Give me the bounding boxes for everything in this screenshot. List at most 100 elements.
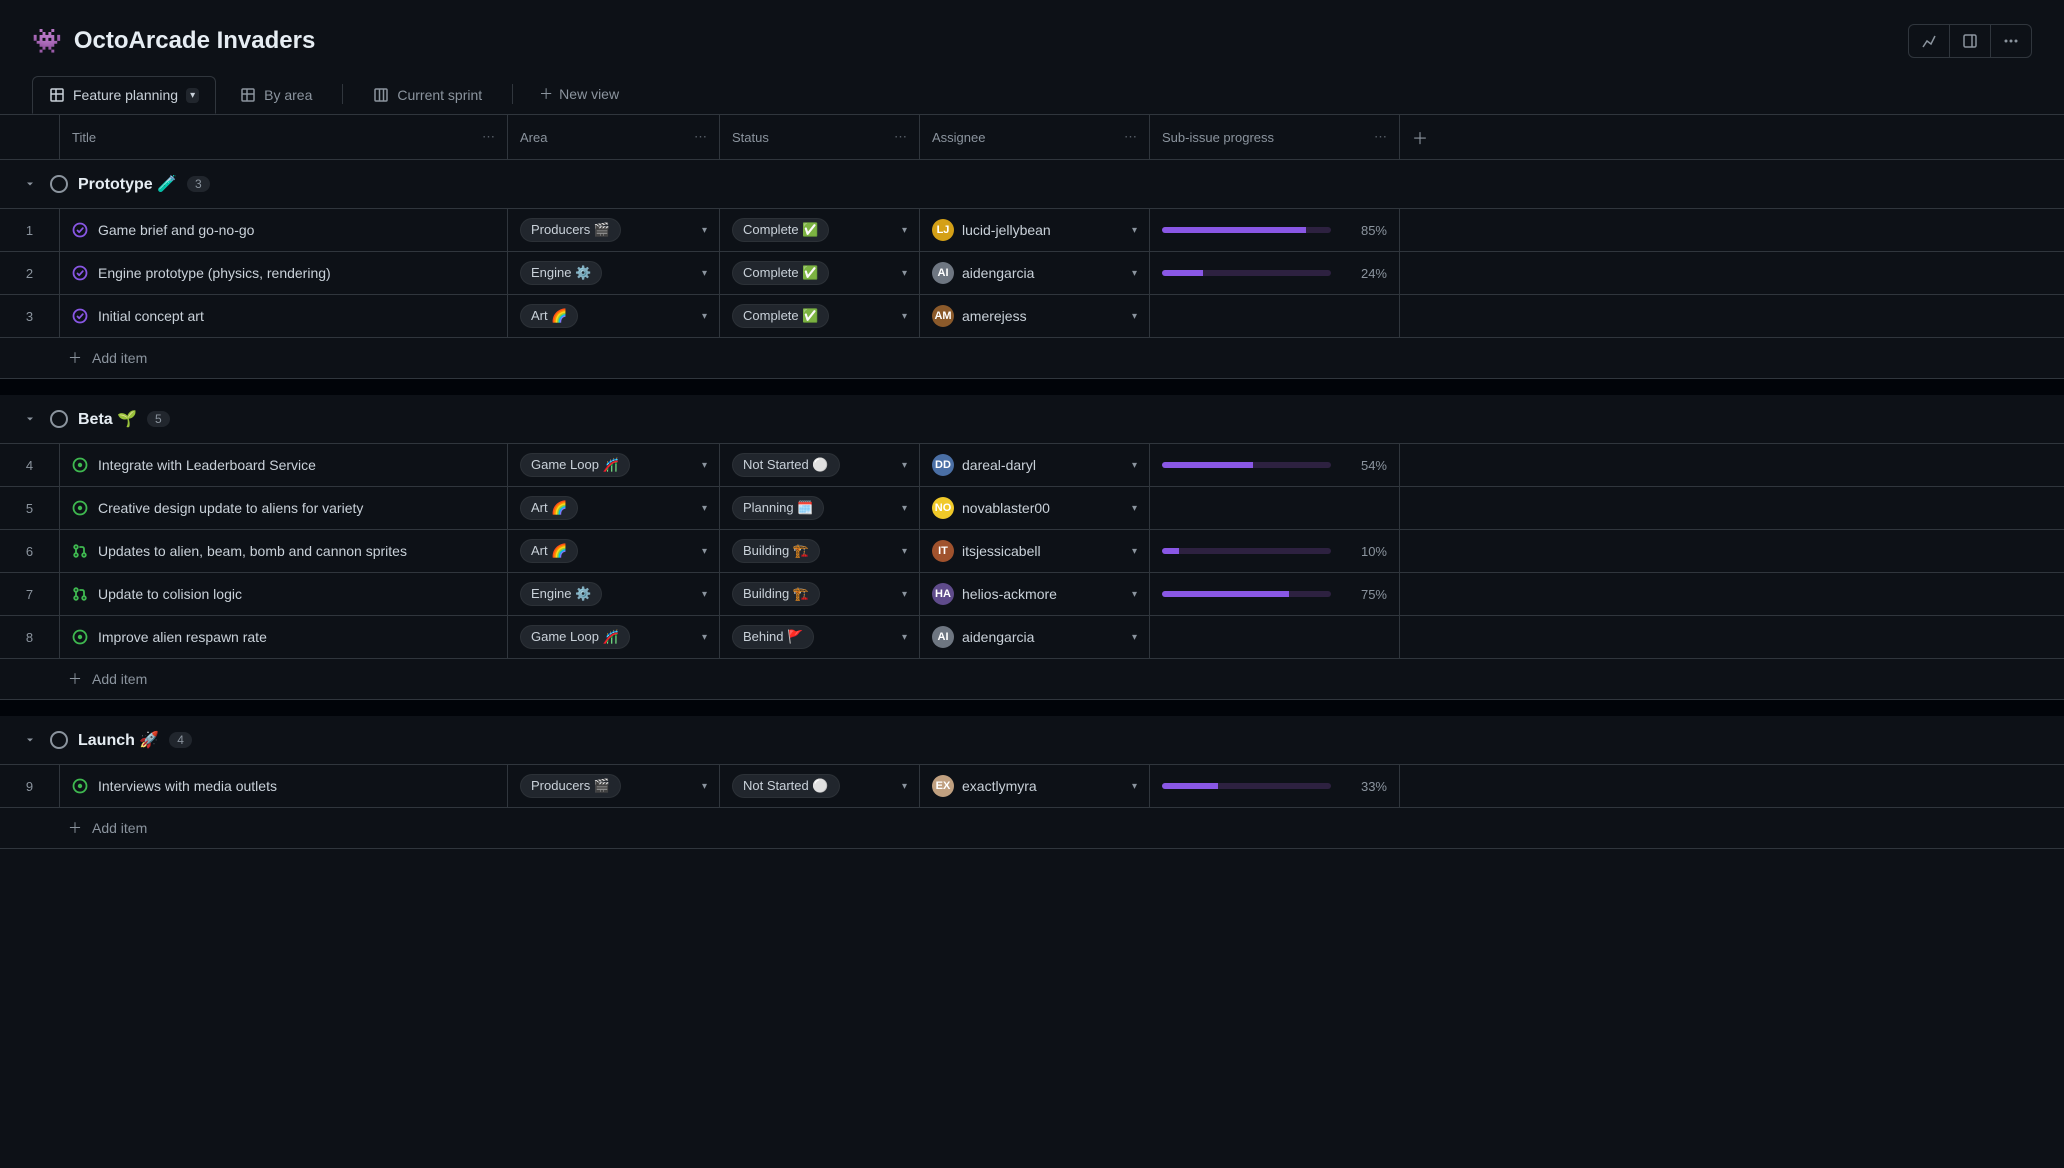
chevron-down-icon[interactable]: ▾ bbox=[702, 225, 707, 236]
chevron-down-icon[interactable]: ▾ bbox=[1132, 546, 1137, 557]
chevron-down-icon[interactable]: ▾ bbox=[902, 311, 907, 322]
chevron-down-icon[interactable]: ▾ bbox=[902, 546, 907, 557]
add-item-button[interactable]: ＋Add item bbox=[0, 808, 2064, 849]
tab-feature-planning[interactable]: Feature planning ▾ bbox=[32, 76, 216, 114]
chevron-down-icon[interactable]: ▾ bbox=[902, 632, 907, 643]
column-menu-icon[interactable]: ⋯ bbox=[894, 129, 907, 145]
column-menu-icon[interactable]: ⋯ bbox=[1124, 129, 1137, 145]
title-cell[interactable]: Updates to alien, beam, bomb and cannon … bbox=[60, 530, 508, 572]
area-cell[interactable]: Producers 🎬▾ bbox=[508, 209, 720, 251]
status-cell[interactable]: Building 🏗️▾ bbox=[720, 573, 920, 615]
assignee-cell[interactable]: AMamerejess▾ bbox=[920, 295, 1150, 337]
chevron-down-icon[interactable]: ▾ bbox=[902, 268, 907, 279]
assignee-cell[interactable]: HAhelios-ackmore▾ bbox=[920, 573, 1150, 615]
tab-options-caret[interactable]: ▾ bbox=[186, 88, 199, 103]
collapse-chevron-icon[interactable] bbox=[24, 734, 40, 746]
chevron-down-icon[interactable]: ▾ bbox=[902, 503, 907, 514]
assignee-cell[interactable]: ITitsjessicabell▾ bbox=[920, 530, 1150, 572]
title-cell[interactable]: Integrate with Leaderboard Service bbox=[60, 444, 508, 486]
area-cell[interactable]: Art 🌈▾ bbox=[508, 295, 720, 337]
more-options-button[interactable] bbox=[1991, 25, 2031, 57]
add-column-button[interactable]: ＋ bbox=[1400, 115, 1440, 159]
table-scroll-area[interactable]: Title ⋯ Area ⋯ Status ⋯ Assignee ⋯ Sub-i… bbox=[0, 115, 2064, 1153]
status-cell[interactable]: Complete ✅▾ bbox=[720, 295, 920, 337]
chevron-down-icon[interactable]: ▾ bbox=[1132, 225, 1137, 236]
table-row[interactable]: 8Improve alien respawn rateGame Loop 🎢▾B… bbox=[0, 616, 2064, 659]
status-cell[interactable]: Planning 🗓️▾ bbox=[720, 487, 920, 529]
chevron-down-icon[interactable]: ▾ bbox=[702, 546, 707, 557]
area-cell[interactable]: Art 🌈▾ bbox=[508, 487, 720, 529]
insights-button[interactable] bbox=[1909, 25, 1950, 57]
area-cell[interactable]: Game Loop 🎢▾ bbox=[508, 616, 720, 658]
chevron-down-icon[interactable]: ▾ bbox=[702, 503, 707, 514]
chevron-down-icon[interactable]: ▾ bbox=[702, 311, 707, 322]
status-cell[interactable]: Complete ✅▾ bbox=[720, 209, 920, 251]
new-view-button[interactable]: ＋ New view bbox=[527, 74, 631, 114]
collapse-chevron-icon[interactable] bbox=[24, 413, 40, 425]
status-cell[interactable]: Not Started ⚪▾ bbox=[720, 765, 920, 807]
add-item-button[interactable]: ＋Add item bbox=[0, 659, 2064, 700]
tab-by-area[interactable]: By area bbox=[224, 77, 328, 113]
add-item-button[interactable]: ＋Add item bbox=[0, 338, 2064, 379]
table-row[interactable]: 9Interviews with media outletsProducers … bbox=[0, 765, 2064, 808]
table-row[interactable]: 6Updates to alien, beam, bomb and cannon… bbox=[0, 530, 2064, 573]
area-cell[interactable]: Art 🌈▾ bbox=[508, 530, 720, 572]
chevron-down-icon[interactable]: ▾ bbox=[1132, 460, 1137, 471]
area-cell[interactable]: Producers 🎬▾ bbox=[508, 765, 720, 807]
chevron-down-icon[interactable]: ▾ bbox=[902, 225, 907, 236]
title-cell[interactable]: Interviews with media outlets bbox=[60, 765, 508, 807]
assignee-cell[interactable]: DDdareal-daryl▾ bbox=[920, 444, 1150, 486]
title-cell[interactable]: Initial concept art bbox=[60, 295, 508, 337]
column-header-assignee[interactable]: Assignee ⋯ bbox=[920, 115, 1150, 159]
chevron-down-icon[interactable]: ▾ bbox=[1132, 311, 1137, 322]
area-cell[interactable]: Engine ⚙️▾ bbox=[508, 252, 720, 294]
status-cell[interactable]: Building 🏗️▾ bbox=[720, 530, 920, 572]
title-cell[interactable]: Update to colision logic bbox=[60, 573, 508, 615]
chevron-down-icon[interactable]: ▾ bbox=[702, 632, 707, 643]
chevron-down-icon[interactable]: ▾ bbox=[1132, 781, 1137, 792]
assignee-cell[interactable]: AIaidengarcia▾ bbox=[920, 252, 1150, 294]
column-menu-icon[interactable]: ⋯ bbox=[1374, 129, 1387, 145]
chevron-down-icon[interactable]: ▾ bbox=[702, 268, 707, 279]
column-header-status[interactable]: Status ⋯ bbox=[720, 115, 920, 159]
column-header-title[interactable]: Title ⋯ bbox=[60, 115, 508, 159]
area-cell[interactable]: Engine ⚙️▾ bbox=[508, 573, 720, 615]
panel-toggle-button[interactable] bbox=[1950, 25, 1991, 57]
column-menu-icon[interactable]: ⋯ bbox=[694, 129, 707, 145]
chevron-down-icon[interactable]: ▾ bbox=[702, 460, 707, 471]
assignee-cell[interactable]: NOnovablaster00▾ bbox=[920, 487, 1150, 529]
assignee-cell[interactable]: LJlucid-jellybean▾ bbox=[920, 209, 1150, 251]
trailing-cell bbox=[1400, 487, 1440, 529]
column-header-progress[interactable]: Sub-issue progress ⋯ bbox=[1150, 115, 1400, 159]
tab-current-sprint[interactable]: Current sprint bbox=[357, 77, 498, 113]
status-cell[interactable]: Not Started ⚪▾ bbox=[720, 444, 920, 486]
assignee-cell[interactable]: AIaidengarcia▾ bbox=[920, 616, 1150, 658]
table-row[interactable]: 3Initial concept artArt 🌈▾Complete ✅▾AMa… bbox=[0, 295, 2064, 338]
chevron-down-icon[interactable]: ▾ bbox=[1132, 589, 1137, 600]
table-row[interactable]: 7Update to colision logicEngine ⚙️▾Build… bbox=[0, 573, 2064, 616]
status-cell[interactable]: Behind 🚩▾ bbox=[720, 616, 920, 658]
chevron-down-icon[interactable]: ▾ bbox=[702, 589, 707, 600]
chevron-down-icon[interactable]: ▾ bbox=[1132, 268, 1137, 279]
chevron-down-icon[interactable]: ▾ bbox=[1132, 503, 1137, 514]
status-cell[interactable]: Complete ✅▾ bbox=[720, 252, 920, 294]
chevron-down-icon[interactable]: ▾ bbox=[1132, 632, 1137, 643]
chevron-down-icon[interactable]: ▾ bbox=[902, 589, 907, 600]
assignee-cell[interactable]: EXexactlymyra▾ bbox=[920, 765, 1150, 807]
table-row[interactable]: 4Integrate with Leaderboard ServiceGame … bbox=[0, 444, 2064, 487]
chevron-down-icon[interactable]: ▾ bbox=[702, 781, 707, 792]
collapse-chevron-icon[interactable] bbox=[24, 178, 40, 190]
chevron-down-icon[interactable]: ▾ bbox=[902, 460, 907, 471]
header-actions bbox=[1908, 24, 2032, 58]
area-cell[interactable]: Game Loop 🎢▾ bbox=[508, 444, 720, 486]
title-cell[interactable]: Improve alien respawn rate bbox=[60, 616, 508, 658]
table-row[interactable]: 2Engine prototype (physics, rendering)En… bbox=[0, 252, 2064, 295]
column-header-area[interactable]: Area ⋯ bbox=[508, 115, 720, 159]
chevron-down-icon[interactable]: ▾ bbox=[902, 781, 907, 792]
column-menu-icon[interactable]: ⋯ bbox=[482, 129, 495, 145]
table-row[interactable]: 1Game brief and go-no-goProducers 🎬▾Comp… bbox=[0, 209, 2064, 252]
title-cell[interactable]: Creative design update to aliens for var… bbox=[60, 487, 508, 529]
title-cell[interactable]: Engine prototype (physics, rendering) bbox=[60, 252, 508, 294]
title-cell[interactable]: Game brief and go-no-go bbox=[60, 209, 508, 251]
table-row[interactable]: 5Creative design update to aliens for va… bbox=[0, 487, 2064, 530]
